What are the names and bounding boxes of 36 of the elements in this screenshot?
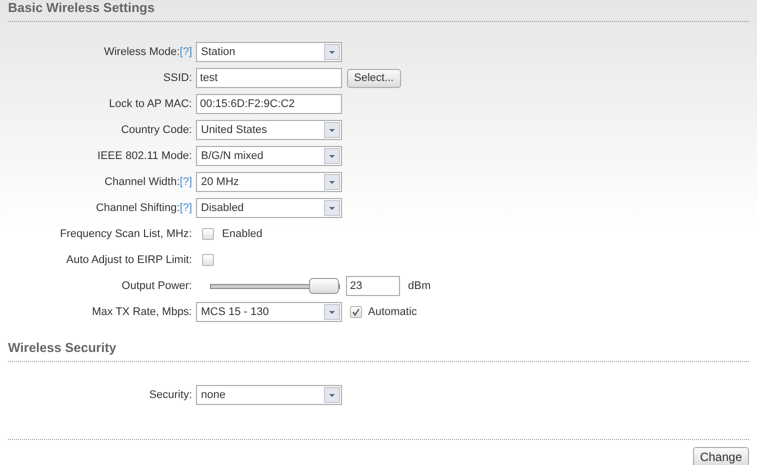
input-field[interactable]: 23: [346, 276, 400, 296]
change-button[interactable]: Change: [692, 447, 749, 465]
unit-label: dBm: [408, 278, 431, 294]
field-label: Security:: [149, 388, 192, 403]
section-title: Basic Wireless Settings: [8, 0, 155, 17]
section-title: Wireless Security: [8, 338, 116, 357]
field-label: Max TX Rate, Mbps:: [92, 304, 192, 320]
input-field[interactable]: 00:15:6D:F2:9C:C2: [196, 94, 342, 114]
field-label: IEEE 802.11 Mode:: [97, 148, 192, 164]
field-label: Channel Width:: [104, 174, 180, 190]
field-label: Wireless Mode:: [104, 44, 180, 60]
field-label: Lock to AP MAC:: [109, 96, 192, 112]
checkbox[interactable]: [202, 228, 214, 240]
checkbox-label: Enabled: [222, 226, 262, 242]
field-label: SSID:: [163, 70, 192, 86]
dropdown[interactable]: B/G/N mixed: [196, 146, 342, 166]
checkbox[interactable]: [202, 254, 214, 266]
field-label: Auto Adjust to EIRP Limit:: [66, 252, 192, 268]
field-label: Country Code:: [121, 122, 192, 138]
dropdown[interactable]: none: [196, 385, 342, 405]
dropdown[interactable]: United States: [196, 120, 342, 140]
dropdown[interactable]: 20 MHz: [196, 172, 342, 192]
checkbox-label: Automatic: [368, 304, 417, 320]
checkbox[interactable]: [350, 306, 362, 318]
dropdown[interactable]: Disabled: [196, 198, 342, 218]
field-label: Frequency Scan List, MHz:: [60, 226, 192, 242]
select-button[interactable]: Select...: [347, 68, 401, 88]
help-link[interactable]: [?]: [180, 200, 192, 216]
dropdown[interactable]: MCS 15 - 130: [196, 302, 342, 322]
slider-thumb[interactable]: [309, 278, 339, 294]
field-label: Channel Shifting:: [96, 200, 180, 216]
slider[interactable]: [210, 278, 340, 294]
input-field[interactable]: test: [196, 68, 342, 88]
help-link[interactable]: [?]: [180, 174, 192, 190]
field-label: Output Power:: [122, 278, 192, 294]
dropdown[interactable]: Station: [196, 42, 342, 62]
